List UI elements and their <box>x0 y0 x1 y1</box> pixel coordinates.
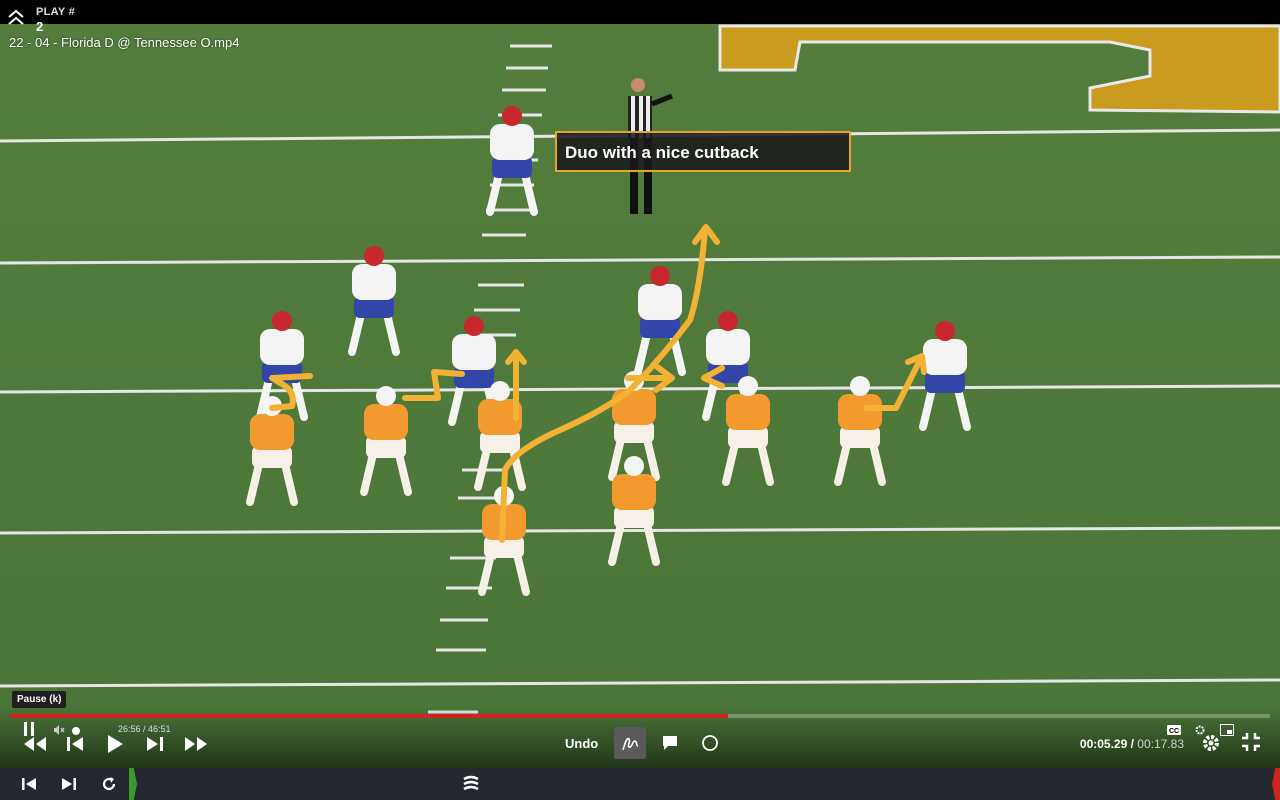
step-forward-icon[interactable] <box>144 734 166 754</box>
progress-fill <box>10 714 729 718</box>
gear-icon[interactable] <box>1199 731 1223 755</box>
comment-icon[interactable] <box>660 733 680 753</box>
play-icon[interactable] <box>104 734 126 754</box>
video-stage[interactable]: PLAY # 2 22 - 04 - Florida D @ Tennessee… <box>0 0 1280 800</box>
undo-button[interactable]: Undo <box>565 736 598 751</box>
exit-fullscreen-icon[interactable] <box>1240 731 1262 753</box>
clip-start-marker[interactable] <box>129 768 137 800</box>
svg-text:CC: CC <box>1169 728 1179 735</box>
progress-bar[interactable] <box>10 714 1270 718</box>
rewind-icon[interactable] <box>22 734 48 754</box>
top-bar <box>0 0 1280 24</box>
play-label: PLAY # <box>36 6 76 18</box>
clip-end-marker[interactable] <box>1272 768 1280 800</box>
current-time: 00:05.29 <box>1079 737 1128 751</box>
player-controls: 26:56 / 46:51 Undo 00:05.29 / 00:17.83 C… <box>0 706 1280 768</box>
football-field-video[interactable] <box>0 0 1280 800</box>
freehand-draw-icon[interactable] <box>614 727 646 759</box>
total-time: 00:17.83 <box>1137 737 1184 751</box>
hudl-logo-icon[interactable] <box>460 774 482 794</box>
chevron-up-icon[interactable] <box>6 8 26 28</box>
time-separator: / <box>1127 737 1138 751</box>
fast-forward-icon[interactable] <box>183 734 209 754</box>
playlist-bar <box>0 768 1280 800</box>
skip-to-start-icon[interactable] <box>20 776 38 792</box>
play-number: 2 <box>36 19 44 34</box>
refresh-icon[interactable] <box>99 775 119 793</box>
mini-timestamp: 26:56 / 46:51 <box>118 724 171 734</box>
circle-tool-icon[interactable] <box>700 733 720 753</box>
step-back-icon[interactable] <box>64 734 86 754</box>
video-title: 22 - 04 - Florida D @ Tennessee O.mp4 <box>9 35 240 50</box>
skip-to-end-icon[interactable] <box>60 776 78 792</box>
cc-icon[interactable]: CC <box>1167 725 1181 735</box>
time-readout: 00:05.29 / 00:17.83 <box>1080 737 1184 751</box>
annotation-text-box[interactable]: Duo with a nice cutback <box>555 131 851 172</box>
